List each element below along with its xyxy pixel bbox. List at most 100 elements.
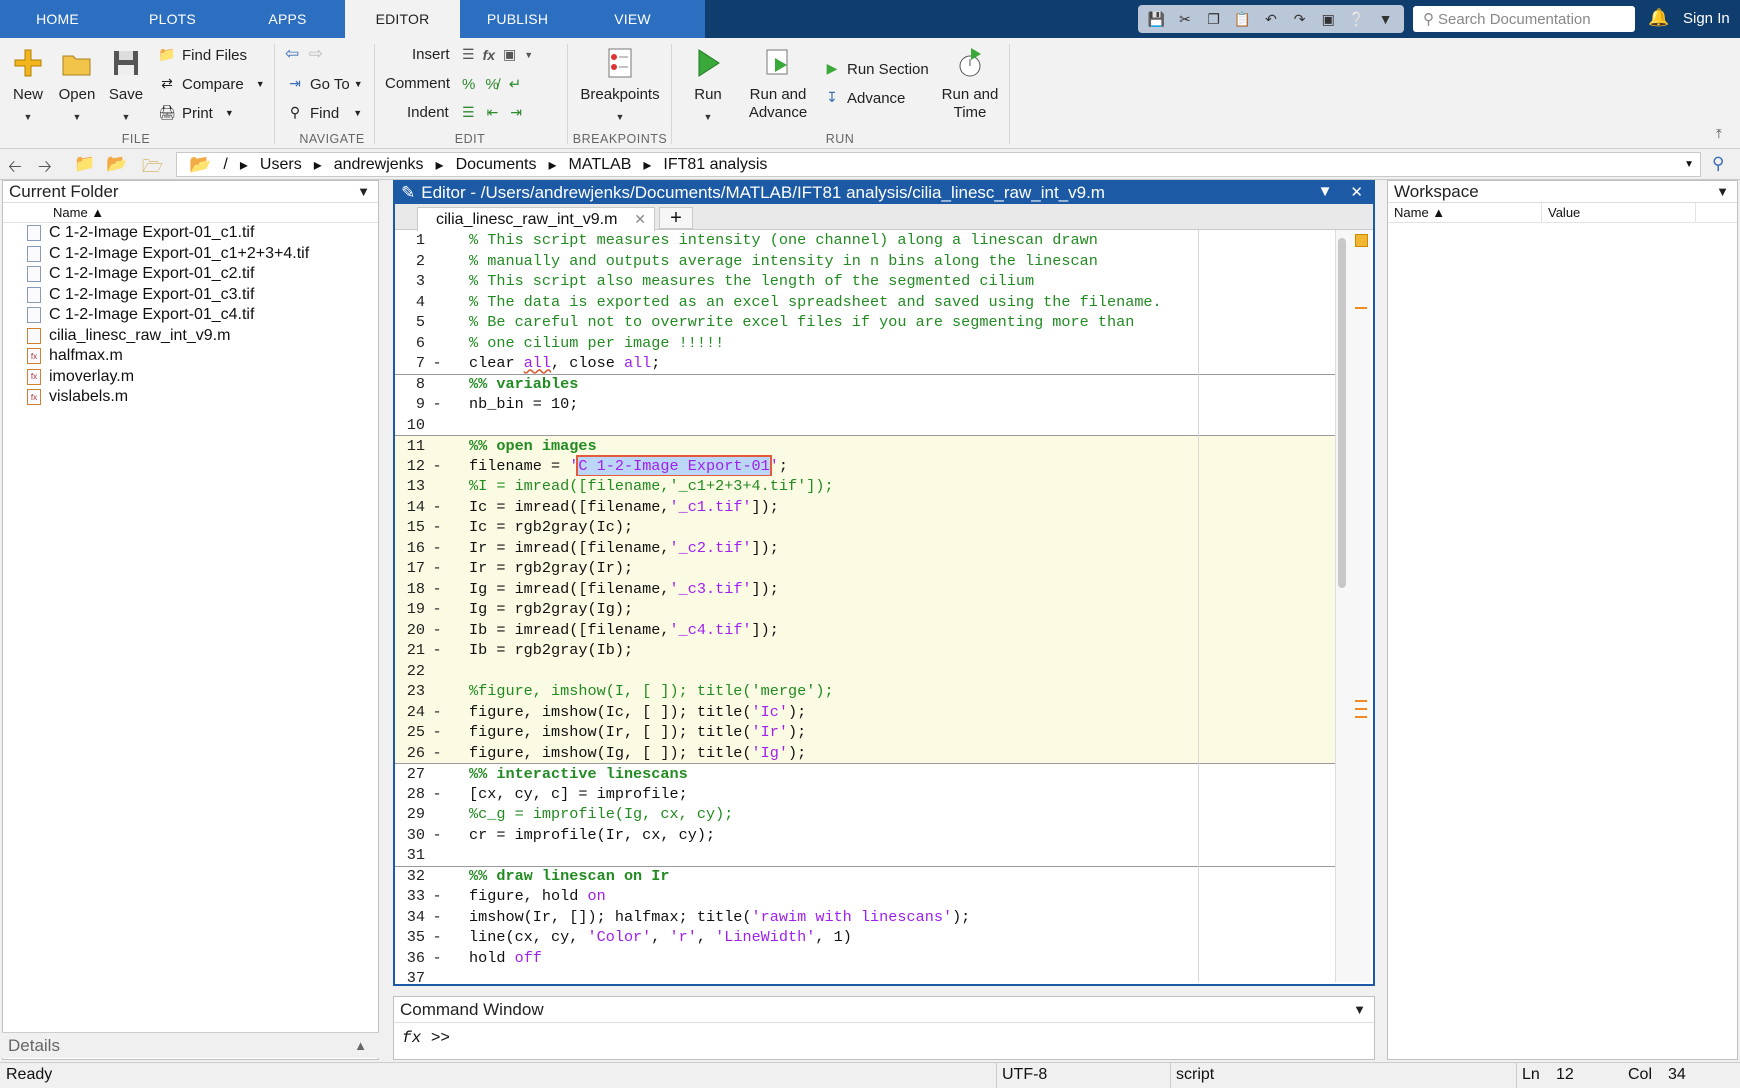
breakpoint-gutter[interactable]: - [425,498,449,516]
panel-menu-icon[interactable]: ▼ [1353,1002,1366,1017]
customize-icon[interactable]: ▼ [1375,9,1397,29]
back-arrow-icon[interactable]: ⇦ [285,44,299,64]
code-line[interactable]: 2 % manually and outputs average intensit… [395,251,1335,272]
warning-marker[interactable] [1355,716,1367,718]
path-segment-users[interactable]: Users [260,156,302,174]
sign-in-link[interactable]: Sign In [1683,10,1730,27]
code-text[interactable]: [cx, cy, c] = improfile; [449,785,688,803]
code-text[interactable]: %figure, imshow(I, [ ]); title('merge'); [449,682,834,700]
close-icon[interactable]: ✕ [1350,183,1363,201]
breakpoint-gutter[interactable]: - [425,457,449,475]
breakpoint-gutter[interactable]: - [425,928,449,946]
help-icon[interactable]: ❔ [1346,9,1368,29]
switch-windows-icon[interactable]: ▣ [1317,9,1339,29]
save-button[interactable]: Save ▼ [106,46,146,126]
find-button[interactable]: ⚲ Find ▼ [285,104,362,122]
code-text[interactable]: %% variables [449,375,578,393]
breakpoint-gutter[interactable]: - [425,354,449,372]
breakpoint-gutter[interactable]: - [425,641,449,659]
copy-icon[interactable]: ❐ [1203,9,1225,29]
path-search-icon[interactable]: ⚲ [1712,154,1724,174]
tab-plots[interactable]: PLOTS [115,0,230,38]
code-text[interactable]: Ib = imread([filename,'_c4.tif']); [449,621,779,639]
code-text[interactable]: % manually and outputs average intensity… [449,252,1098,270]
code-line[interactable]: 14- Ic = imread([filename,'_c1.tif']); [395,496,1335,517]
code-line[interactable]: 8 %% variables [395,373,1335,395]
uncomment-icon[interactable]: %̸ [485,76,498,93]
code-line[interactable]: 18- Ig = imread([filename,'_c3.tif']); [395,578,1335,599]
code-text[interactable]: % This script measures intensity (one ch… [449,231,1098,249]
code-line[interactable]: 34- imshow(Ir, []); halfmax; title('rawim… [395,907,1335,928]
path-breadcrumb[interactable]: 📂 / ▸ Users ▸ andrewjenks ▸ Documents ▸ … [176,152,1701,177]
code-line[interactable]: 20- Ib = imread([filename,'_c4.tif']); [395,619,1335,640]
compare-button[interactable]: ⇄ Compare ▼ [157,75,265,93]
code-text[interactable]: imshow(Ir, []); halfmax; title('rawim wi… [449,908,970,926]
path-dropdown-icon[interactable]: ▼ [1684,159,1694,170]
forward-arrow-icon[interactable]: ⇨ [309,44,323,64]
smart-indent-icon[interactable]: ☰ [462,104,475,121]
code-line[interactable]: 33- figure, hold on [395,886,1335,907]
file-item[interactable]: C 1-2-Image Export-01_c1.tif [3,223,378,244]
details-panel-header[interactable]: Details ▲ [2,1032,379,1058]
file-item[interactable]: fx halfmax.m [3,346,378,367]
code-line[interactable]: 23 %figure, imshow(I, [ ]); title('merge'… [395,681,1335,702]
vertical-scrollbar[interactable] [1335,230,1371,982]
code-text[interactable]: %% interactive linescans [449,765,688,783]
code-text[interactable]: nb_bin = 10; [449,395,578,413]
breakpoint-gutter[interactable]: - [425,539,449,557]
code-text[interactable]: %% draw linescan on Ir [449,867,670,885]
code-text[interactable]: %% open images [449,437,597,455]
back-forward-buttons[interactable]: ⇦ ⇨ [285,44,323,64]
decrease-indent-icon[interactable]: ⇤ [487,104,499,121]
breakpoint-gutter[interactable]: - [425,949,449,967]
forward-arrow-icon[interactable]: 🡢 [38,154,52,183]
file-item[interactable]: C 1-2-Image Export-01_c2.tif [3,264,378,285]
increase-indent-icon[interactable]: ⇥ [510,104,522,121]
breakpoint-gutter[interactable]: - [425,887,449,905]
code-line[interactable]: 22 [395,660,1335,681]
path-segment-ift81-analysis[interactable]: IFT81 analysis [663,156,767,174]
scrollbar-thumb[interactable] [1338,238,1346,588]
comment-button[interactable]: Comment [385,75,450,92]
code-text[interactable]: clear all, close all; [449,354,660,372]
path-segment-documents[interactable]: Documents [456,156,537,174]
code-text[interactable]: Ir = rgb2gray(Ir); [449,559,633,577]
breakpoint-gutter[interactable]: - [425,395,449,413]
file-item[interactable]: C 1-2-Image Export-01_c4.tif [3,305,378,326]
file-item[interactable]: C 1-2-Image Export-01_c3.tif [3,285,378,306]
path-root[interactable]: / [223,156,227,174]
breakpoint-gutter[interactable]: - [425,580,449,598]
code-text[interactable]: %I = imread([filename,'_c1+2+3+4.tif']); [449,477,834,495]
go-to-button[interactable]: ⇥ Go To ▼ [285,75,363,93]
code-line[interactable]: 35- line(cx, cy, 'Color', 'r', 'LineWidth… [395,927,1335,948]
code-line[interactable]: 31 [395,845,1335,866]
code-analyzer-status-icon[interactable] [1355,234,1368,247]
code-line[interactable]: 9- nb_bin = 10; [395,394,1335,415]
breakpoint-gutter[interactable]: - [425,826,449,844]
code-line[interactable]: 15- Ic = rgb2gray(Ic); [395,517,1335,538]
tab-publish[interactable]: PUBLISH [460,0,575,38]
path-segment-matlab[interactable]: MATLAB [569,156,632,174]
code-text[interactable]: % one cilium per image !!!!! [449,334,724,352]
file-item[interactable]: fx imoverlay.m [3,367,378,388]
code-line[interactable]: 7- clear all, close all; [395,353,1335,374]
warning-marker[interactable] [1355,708,1367,710]
breakpoint-gutter[interactable]: - [425,785,449,803]
new-tab-button[interactable]: + [659,207,693,229]
code-text[interactable]: Ig = rgb2gray(Ig); [449,600,633,618]
breakpoint-gutter[interactable]: - [425,518,449,536]
code-text[interactable]: figure, imshow(Ic, [ ]); title('Ic'); [449,703,806,721]
code-line[interactable]: 30- cr = improfile(Ir, cx, cy); [395,825,1335,846]
warning-marker[interactable] [1355,307,1367,309]
editor-file-tab[interactable]: cilia_linesc_raw_int_v9.m ✕ [417,207,655,231]
chevron-up-icon[interactable]: ▲ [354,1038,367,1053]
code-line[interactable]: 25- figure, imshow(Ir, [ ]); title('Ir'); [395,722,1335,743]
code-text[interactable]: hold off [449,949,542,967]
code-line[interactable]: 4 % The data is exported as an excel spre… [395,292,1335,313]
code-text[interactable]: Ib = rgb2gray(Ib); [449,641,633,659]
code-line[interactable]: 19- Ig = rgb2gray(Ig); [395,599,1335,620]
code-line[interactable]: 17- Ir = rgb2gray(Ir); [395,558,1335,579]
command-prompt[interactable]: fx >> [394,1029,1374,1047]
code-text[interactable]: % Be careful not to overwrite excel file… [449,313,1134,331]
panel-menu-icon[interactable]: ▼ [357,184,370,199]
